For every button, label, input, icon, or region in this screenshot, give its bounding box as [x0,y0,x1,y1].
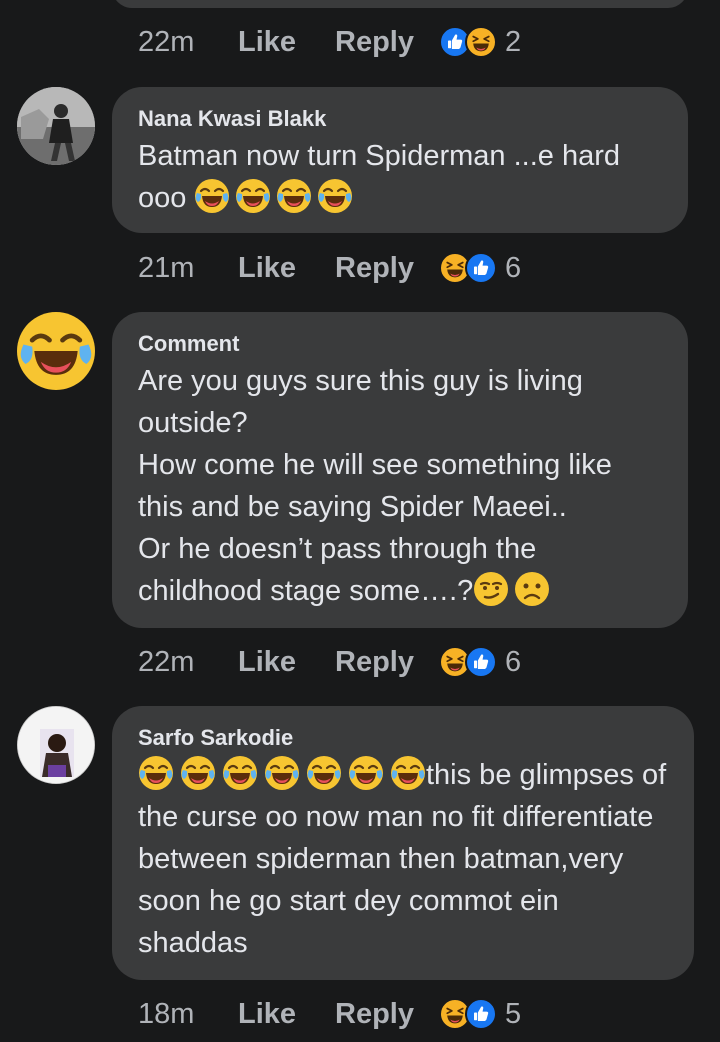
like-reaction-icon [465,646,497,678]
reply-button[interactable]: Reply [335,26,439,59]
like-reaction-icon [465,998,497,1030]
like-button[interactable]: Like [238,26,335,59]
joy-emoji [235,178,271,214]
reaction-summary[interactable]: 5 [439,997,521,1031]
comment-bubble[interactable]: Nana Kwasi Blakk Batman now turn Spiderm… [112,87,688,233]
profile-photo [18,707,94,783]
comment-actions-row: 18m Like Reply 5 [138,994,521,1034]
comment-bubble[interactable]: Sarfo Sarkodie this be glimpses of the c… [112,706,694,980]
like-button[interactable]: Like [238,252,335,285]
comment-author[interactable]: Nana Kwasi Blakk [138,105,662,133]
comment-timestamp: 21m [138,251,195,284]
frown-emoji [514,571,550,607]
reaction-summary[interactable]: 6 [439,645,521,679]
avatar[interactable] [17,312,95,390]
reaction-count: 6 [505,251,522,284]
previous-comment-bubble-edge [112,0,688,8]
joy-emoji [348,755,384,791]
avatar[interactable] [17,87,95,165]
comment-author[interactable]: Sarfo Sarkodie [138,724,668,752]
comment-timestamp: 22m [138,645,195,678]
comment-bubble[interactable]: Comment Are you guys sure this guy is li… [112,312,688,628]
joy-emoji [180,755,216,791]
comment-actions-row: 22m Like Reply 2 [138,22,521,62]
joy-emoji [222,755,258,791]
profile-photo [17,87,95,165]
reply-button[interactable]: Reply [335,646,439,679]
comment-actions-row: 22m Like Reply 6 [138,642,521,682]
reaction-count: 5 [505,997,522,1030]
comment-actions-row: 21m Like Reply 6 [138,248,521,288]
like-button[interactable]: Like [238,998,335,1031]
comment-text: Are you guys sure this guy is living out… [138,360,662,612]
reaction-count: 2 [505,25,522,58]
joy-emoji [317,178,353,214]
reply-button[interactable]: Reply [335,998,439,1031]
like-button[interactable]: Like [238,646,335,679]
comment-author[interactable]: Comment [138,330,662,358]
joy-emoji-avatar-icon [17,312,95,390]
joy-emoji [194,178,230,214]
joy-emoji [138,755,174,791]
reaction-summary[interactable]: 2 [439,25,521,59]
joy-emoji [276,178,312,214]
comment-timestamp: 18m [138,997,195,1030]
haha-reaction-icon [465,26,497,58]
avatar[interactable] [17,706,95,784]
reply-button[interactable]: Reply [335,252,439,285]
joy-emoji [264,755,300,791]
reaction-count: 6 [505,645,522,678]
comment-timestamp: 22m [138,25,195,58]
joy-emoji [390,755,426,791]
joy-emoji [306,755,342,791]
comment-text: this be glimpses of the curse oo now man… [138,754,668,964]
reaction-summary[interactable]: 6 [439,251,521,285]
smirk-emoji [473,571,509,607]
like-reaction-icon [465,252,497,284]
comment-text: Batman now turn Spiderman ...e hard ooo [138,135,662,219]
